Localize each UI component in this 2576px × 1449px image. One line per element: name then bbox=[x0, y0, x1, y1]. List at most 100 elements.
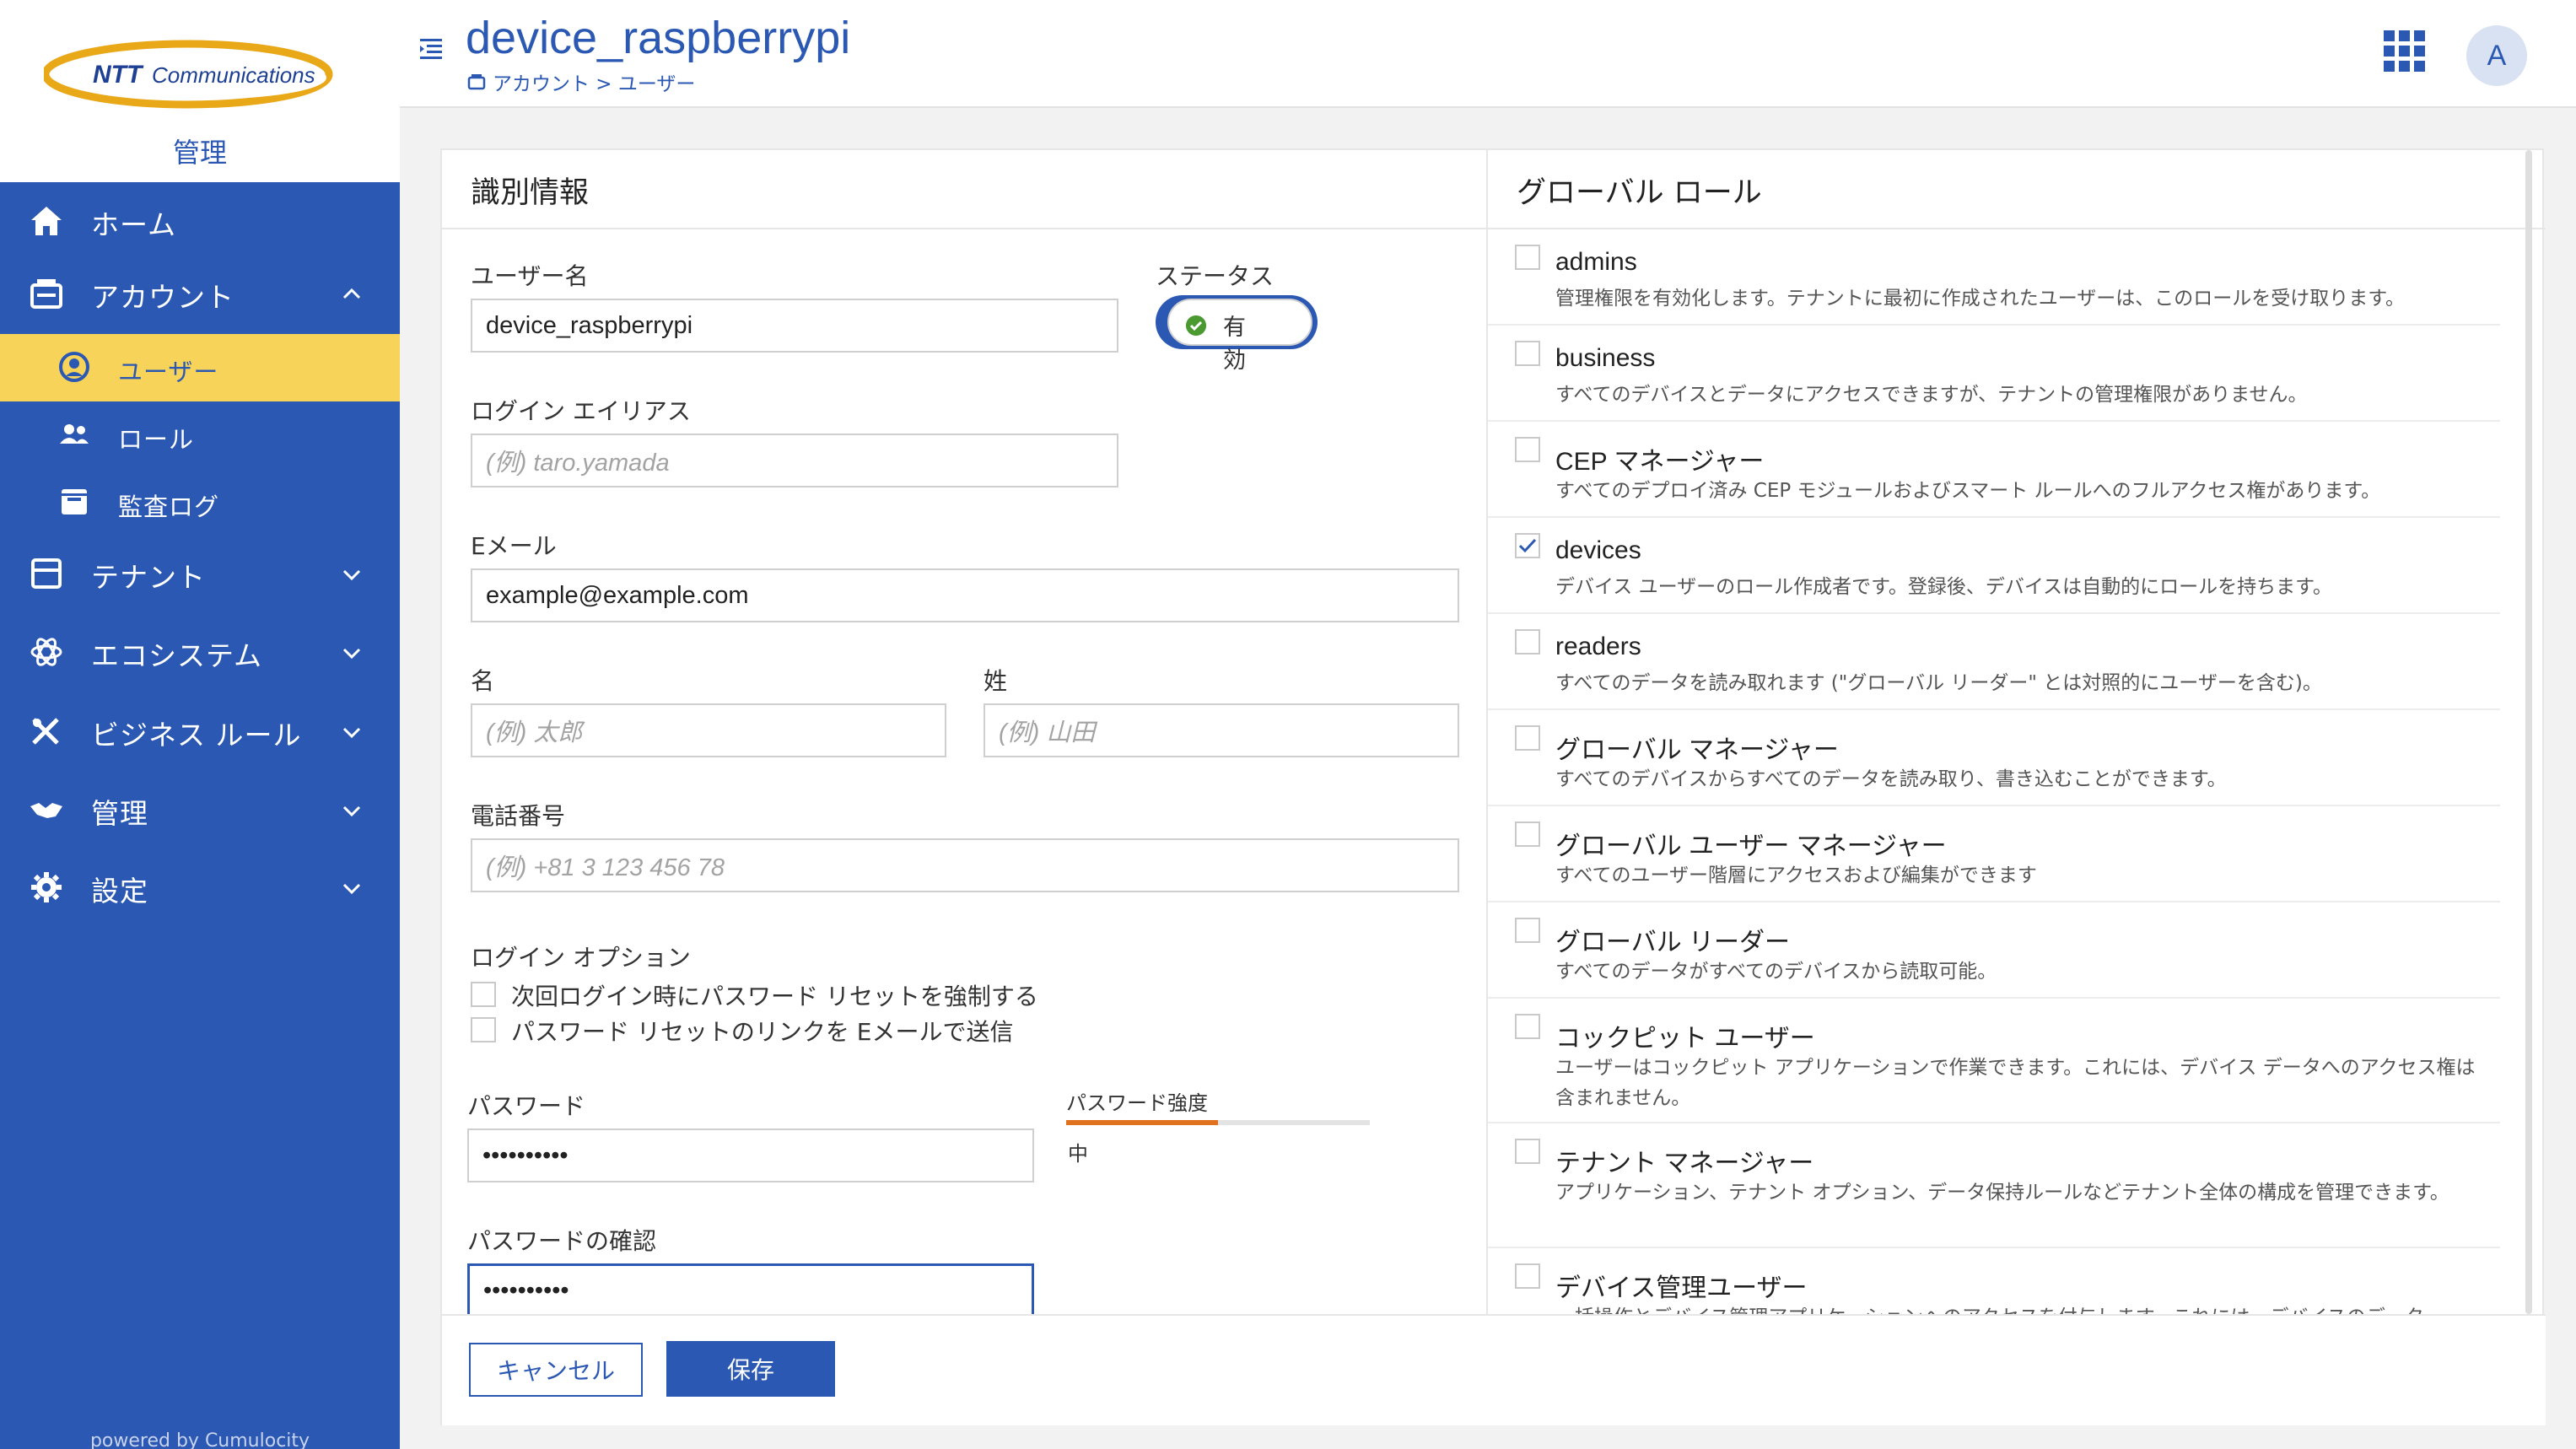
sidebar-item-label: アカウント bbox=[91, 281, 234, 314]
role-checkbox[interactable] bbox=[1515, 437, 1540, 462]
cancel-button[interactable]: キャンセル bbox=[469, 1343, 643, 1397]
role-checkbox[interactable] bbox=[1515, 918, 1540, 943]
first-name-field[interactable]: (例) 太郎 bbox=[471, 703, 946, 757]
role-item[interactable]: devices デバイス ユーザーのロール作成者です。登録後、デバイスは自動的にロ… bbox=[1488, 518, 2500, 614]
role-item[interactable]: グローバル リーダー すべてのデータがすべてのデバイスから読取可能。 bbox=[1488, 902, 2500, 999]
save-button[interactable]: 保存 bbox=[666, 1341, 835, 1397]
audit-log-icon bbox=[62, 489, 87, 514]
role-item[interactable]: CEP マネージャー すべてのデプロイ済み CEP モジュールおよびスマート ルー… bbox=[1488, 422, 2500, 518]
role-name: business bbox=[1555, 344, 1656, 372]
role-item[interactable]: readers すべてのデータを読み取れます ("グローバル リーダー" とは対照… bbox=[1488, 614, 2500, 710]
gear-icon bbox=[31, 872, 62, 902]
roles-icon bbox=[60, 424, 89, 444]
username-field[interactable]: device_raspberrypi bbox=[471, 299, 1118, 353]
sidebar-item-account[interactable]: アカウント bbox=[0, 260, 400, 327]
user-circle-icon bbox=[59, 352, 89, 382]
email-field[interactable]: example@example.com bbox=[471, 568, 1459, 622]
last-name-field[interactable]: (例) 山田 bbox=[984, 703, 1459, 757]
roles-header: グローバル ロール bbox=[1488, 150, 2546, 229]
role-description: 一括操作とデバイス管理アプリケーションへのアクセスを付与します。これには、デバイ… bbox=[1555, 1302, 2483, 1314]
sidebar-item-label: テナント bbox=[91, 561, 206, 594]
last-name-label: 姓 bbox=[984, 667, 1008, 695]
handshake-icon bbox=[30, 803, 62, 818]
role-description: デバイス ユーザーのロール作成者です。登録後、デバイスは自動的にロールを持ちます… bbox=[1555, 576, 2332, 598]
roles-heading: グローバル ロール bbox=[1517, 176, 1762, 210]
role-name: デバイス管理ユーザー bbox=[1555, 1274, 1808, 1302]
role-name: グローバル リーダー bbox=[1555, 929, 1791, 956]
identity-header: 識別情報 bbox=[442, 150, 1486, 229]
force-reset-label: 次回ログイン時にパスワード リセットを強制する bbox=[511, 983, 1038, 1010]
confirm-password-field[interactable]: •••••••••• bbox=[467, 1263, 1034, 1314]
role-checkbox[interactable] bbox=[1515, 245, 1540, 270]
identity-heading: 識別情報 bbox=[471, 176, 590, 210]
business-rules-icon bbox=[32, 718, 59, 745]
global-roles-panel: グローバル ロール admins 管理権限を有効化します。テナントに最初に作成され… bbox=[1488, 150, 2546, 1314]
role-checkbox[interactable] bbox=[1515, 629, 1540, 654]
chevron-down-icon bbox=[342, 805, 361, 817]
chevron-up-icon bbox=[342, 288, 361, 299]
sidebar-subitem-label: ロール bbox=[118, 425, 195, 454]
sidebar-item-management[interactable]: 管理 bbox=[0, 776, 400, 843]
force-reset-checkbox[interactable] bbox=[471, 982, 496, 1007]
role-checkbox[interactable] bbox=[1515, 1263, 1540, 1289]
sidebar-item-settings[interactable]: 設定 bbox=[0, 854, 400, 921]
status-label: ステータス bbox=[1156, 262, 1275, 290]
role-description: すべてのデプロイ済み CEP モジュールおよびスマート ルールへのフルアクセス権… bbox=[1555, 480, 2381, 502]
role-checkbox[interactable] bbox=[1515, 725, 1540, 751]
send-link-checkbox[interactable] bbox=[471, 1017, 496, 1042]
alias-label: ログイン エイリアス bbox=[471, 397, 691, 425]
role-checkbox[interactable] bbox=[1515, 1139, 1540, 1164]
sidebar-subitem-users[interactable]: ユーザー bbox=[0, 334, 400, 401]
sidebar-subitem-label: ユーザー bbox=[118, 358, 219, 386]
role-item[interactable]: コックピット ユーザーユーザーはコックピット アプリケーションで作業できます。こ… bbox=[1488, 999, 2500, 1123]
sidebar: NTT Communications 管理 ホーム アカウント ユーザー ロール… bbox=[0, 0, 400, 1449]
username-label: ユーザー名 bbox=[471, 262, 589, 290]
role-item[interactable]: グローバル マネージャー すべてのデバイスからすべてのデータを読み取り、書き込むこ… bbox=[1488, 710, 2500, 806]
chevron-down-icon bbox=[342, 883, 361, 895]
breadcrumb-text[interactable]: アカウント > ユーザー bbox=[493, 67, 695, 96]
role-name: admins bbox=[1555, 248, 1637, 276]
send-link-label: パスワード リセットのリンクを Eメールで送信 bbox=[511, 1018, 1014, 1046]
chevron-down-icon bbox=[342, 727, 361, 739]
ntt-logo[interactable]: NTT Communications bbox=[44, 34, 364, 111]
role-name: グローバル ユーザー マネージャー bbox=[1555, 832, 1947, 860]
phone-field[interactable]: (例) +81 3 123 456 78 bbox=[471, 838, 1459, 892]
role-description: すべてのデバイスからすべてのデータを読み取り、書き込むことができます。 bbox=[1555, 768, 2227, 790]
breadcrumb[interactable]: アカウント > ユーザー bbox=[467, 67, 695, 96]
role-checkbox[interactable] bbox=[1515, 821, 1540, 847]
role-description: ユーザーはコックピット アプリケーションで作業できます。これには、デバイス デー… bbox=[1555, 1057, 2476, 1109]
app-label: 管理 bbox=[172, 137, 227, 169]
checkmark-icon bbox=[1518, 538, 1537, 553]
user-avatar[interactable]: A bbox=[2466, 25, 2527, 86]
password-label: パスワード bbox=[467, 1092, 586, 1120]
role-description: アプリケーション、テナント オプション、データ保持ルールなどテナント全体の構成を… bbox=[1555, 1182, 2449, 1204]
sidebar-subitem-roles[interactable]: ロール bbox=[0, 401, 400, 469]
role-item[interactable]: デバイス管理ユーザー一括操作とデバイス管理アプリケーションへのアクセスを付与しま… bbox=[1488, 1248, 2500, 1314]
sidebar-item-tenant[interactable]: テナント bbox=[0, 540, 400, 607]
password-field[interactable]: •••••••••• bbox=[467, 1128, 1034, 1182]
sidebar-subitem-audit-log[interactable]: 監査ログ bbox=[0, 469, 400, 536]
app-switcher-icon[interactable] bbox=[2382, 29, 2428, 74]
role-name: コックピット ユーザー bbox=[1555, 1025, 1815, 1053]
sidebar-item-business-rules[interactable]: ビジネス ルール bbox=[0, 698, 400, 765]
sidebar-item-ecosystem[interactable]: エコシステム bbox=[0, 618, 400, 686]
password-strength-value: 中 bbox=[1068, 1142, 1088, 1166]
login-alias-field[interactable]: (例) taro.yamada bbox=[471, 434, 1118, 487]
role-checkbox[interactable] bbox=[1515, 1014, 1540, 1039]
role-item[interactable]: business すべてのデバイスとデータにアクセスできますが、テナントの管理権限… bbox=[1488, 326, 2500, 422]
phone-label: 電話番号 bbox=[471, 802, 566, 830]
role-item[interactable]: グローバル ユーザー マネージャー すべてのユーザー階層にアクセスおよび編集ができ… bbox=[1488, 806, 2500, 902]
account-icon bbox=[467, 74, 486, 90]
sidebar-item-home[interactable]: ホーム bbox=[0, 187, 400, 255]
ecosystem-icon bbox=[30, 638, 62, 666]
password-strength-fill bbox=[1066, 1120, 1218, 1125]
role-item[interactable]: admins 管理権限を有効化します。テナントに最初に作成されたユーザーは、このロ… bbox=[1488, 229, 2500, 326]
role-checkbox[interactable] bbox=[1515, 533, 1540, 558]
role-checkbox[interactable] bbox=[1515, 341, 1540, 366]
user-edit-card: 識別情報 ユーザー名 device_raspberrypi ステータス 有効 ロ… bbox=[440, 148, 2546, 1425]
menu-toggle-icon[interactable] bbox=[418, 35, 447, 64]
role-item[interactable]: テナント マネージャー アプリケーション、テナント オプション、データ保持ルールな… bbox=[1488, 1123, 2500, 1248]
roles-scrollbar[interactable] bbox=[2525, 150, 2532, 1314]
logo-text-communications: Communications bbox=[152, 62, 315, 88]
page-title: device_raspberrypi bbox=[466, 13, 851, 63]
